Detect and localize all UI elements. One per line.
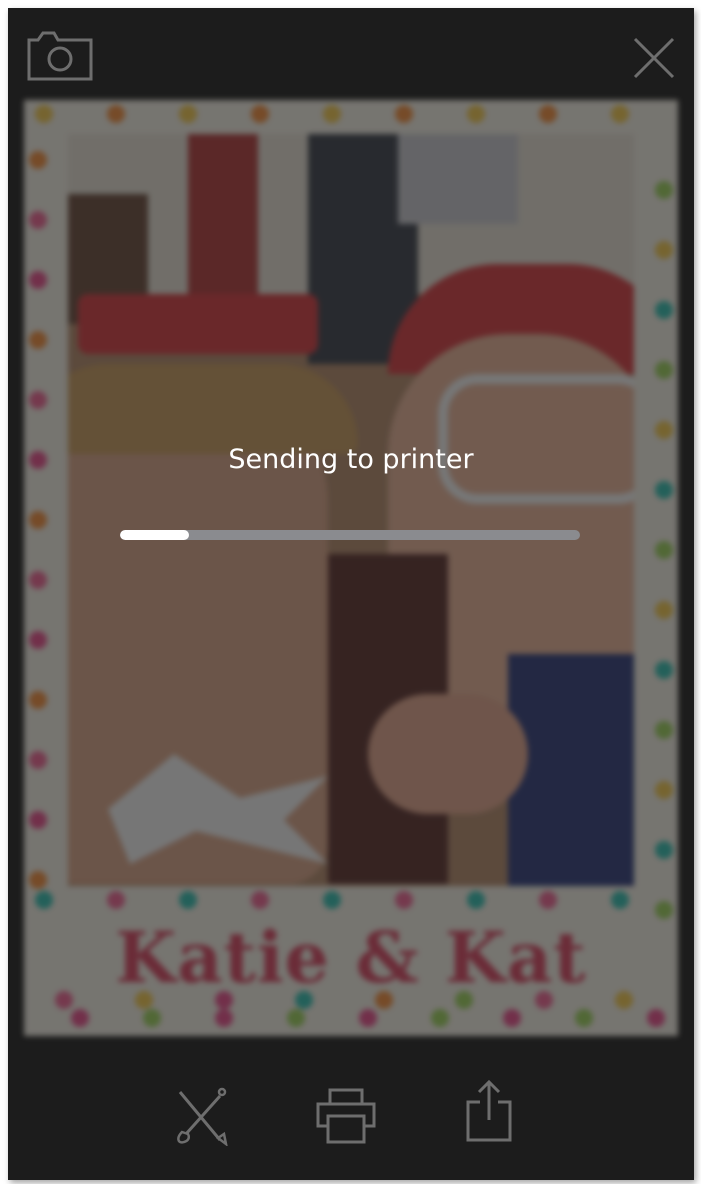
print-button[interactable] xyxy=(314,1086,378,1146)
print-preview-screen: Katie & Kat Sending to printer xyxy=(8,8,694,1180)
photo-image xyxy=(68,134,634,886)
photo-preview: Katie & Kat xyxy=(24,100,678,1036)
share-icon xyxy=(466,1079,512,1142)
bottom-toolbar xyxy=(8,1036,694,1180)
share-button[interactable] xyxy=(464,1078,514,1144)
close-icon xyxy=(633,37,675,79)
print-progress-bar xyxy=(120,530,580,540)
edit-brush-icon xyxy=(177,1087,228,1146)
print-progress-fill xyxy=(120,530,189,540)
photo-caption: Katie & Kat xyxy=(115,916,587,999)
top-bar xyxy=(8,8,694,100)
edit-button[interactable] xyxy=(174,1086,230,1146)
close-button[interactable] xyxy=(630,34,678,82)
printer-icon xyxy=(316,1088,376,1144)
camera-button[interactable] xyxy=(26,30,94,82)
camera-icon xyxy=(27,31,93,81)
sending-status-label: Sending to printer xyxy=(228,444,474,475)
